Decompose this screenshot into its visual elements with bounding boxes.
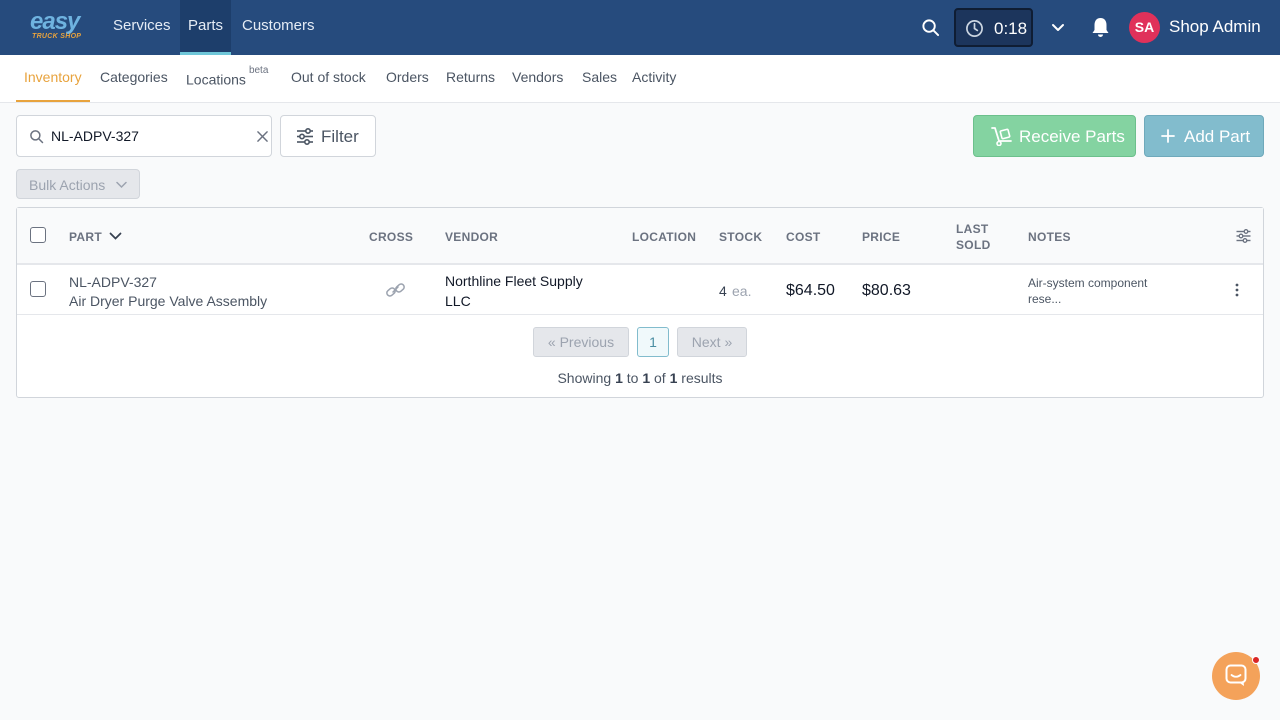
search-input[interactable]: NL-ADPV-327 xyxy=(16,115,272,157)
tab-categories-label: Categories xyxy=(100,69,168,85)
tab-out-of-stock[interactable]: Out of stock xyxy=(291,55,366,102)
tab-activity-label: Activity xyxy=(632,69,677,85)
results-from: 1 xyxy=(615,370,623,386)
bell-icon[interactable] xyxy=(1090,16,1111,38)
select-all-checkbox[interactable] xyxy=(30,227,46,243)
tab-locations-label: Locations xyxy=(186,71,246,88)
notification-dot xyxy=(1252,656,1260,664)
receive-parts-button[interactable]: Receive Parts xyxy=(973,115,1136,157)
tab-returns[interactable]: Returns xyxy=(446,55,495,102)
col-cross: CROSS xyxy=(369,230,414,244)
plus-icon xyxy=(1161,129,1175,143)
stock-qty: 4 xyxy=(719,283,727,299)
col-last-sold-line2: SOLD xyxy=(956,238,991,252)
tab-sales[interactable]: Sales xyxy=(582,55,617,102)
nav-customers[interactable]: Customers xyxy=(234,0,323,55)
stock-unit: ea. xyxy=(732,283,752,299)
tab-categories[interactable]: Categories xyxy=(100,55,168,102)
timer-value: 0:18 xyxy=(994,19,1028,38)
nav-parts[interactable]: Parts xyxy=(180,0,232,55)
chevron-down-icon[interactable] xyxy=(1051,22,1065,34)
showing-prefix: Showing xyxy=(557,370,612,386)
hand-truck-icon xyxy=(991,127,1012,146)
parts-subnav: Inventory Categories Locationsbeta Out o… xyxy=(0,55,1280,103)
search-icon xyxy=(30,130,44,144)
filter-label: Filter xyxy=(321,127,359,146)
tab-sales-label: Sales xyxy=(582,69,618,85)
column-settings-icon[interactable] xyxy=(1236,229,1251,243)
link-icon[interactable] xyxy=(385,282,406,298)
tab-orders-label: Orders xyxy=(386,69,429,85)
results-summary: Showing 1 to 1 of 1 results xyxy=(17,370,1263,386)
col-location: LOCATION xyxy=(632,230,697,244)
col-cost: COST xyxy=(786,230,821,244)
clear-search-icon[interactable] xyxy=(257,131,268,142)
beta-badge: beta xyxy=(248,65,269,76)
add-part-label: Add Part xyxy=(1184,127,1251,146)
previous-page-button[interactable]: « Previous xyxy=(533,327,629,357)
search-value: NL-ADPV-327 xyxy=(51,128,139,144)
bulk-actions-button[interactable]: Bulk Actions xyxy=(16,169,140,199)
results-word: results xyxy=(681,370,723,386)
vendor-name-line1: Northline Fleet Supply xyxy=(445,273,583,289)
next-page-button[interactable]: Next » xyxy=(677,327,747,357)
logo-subtext: TRUCK SHOP xyxy=(32,33,82,40)
tab-inventory[interactable]: Inventory xyxy=(16,55,90,102)
of-word: of xyxy=(654,370,666,386)
chat-launcher-button[interactable] xyxy=(1212,652,1260,700)
part-name[interactable]: Air Dryer Purge Valve Assembly xyxy=(69,293,267,309)
tab-inventory-label: Inventory xyxy=(24,69,82,85)
table-row[interactable]: NL-ADPV-327 Air Dryer Purge Valve Assemb… xyxy=(17,267,1263,315)
avatar[interactable]: SA xyxy=(1129,12,1160,43)
price-value: $80.63 xyxy=(862,282,911,299)
receive-parts-label: Receive Parts xyxy=(1019,127,1125,146)
tab-out-of-stock-label: Out of stock xyxy=(291,69,366,85)
chat-icon xyxy=(1225,664,1247,686)
tab-vendors[interactable]: Vendors xyxy=(512,55,563,102)
bulk-actions-label: Bulk Actions xyxy=(29,177,106,193)
tab-returns-label: Returns xyxy=(446,69,496,85)
chevron-down-icon xyxy=(116,181,127,189)
notes-line2: rese... xyxy=(1028,292,1062,306)
search-icon[interactable] xyxy=(921,18,940,37)
nav-parts-label: Parts xyxy=(188,17,224,34)
results-total: 1 xyxy=(669,370,678,386)
parts-table: PART CROSS VENDOR LOCATION STOCK COST PR… xyxy=(16,207,1264,398)
more-vertical-icon[interactable] xyxy=(1235,283,1239,297)
col-stock: STOCK xyxy=(719,230,763,244)
col-price: PRICE xyxy=(862,230,901,244)
sort-chevron-icon[interactable] xyxy=(109,232,122,241)
time-clock-button[interactable]: 0:18 xyxy=(954,8,1033,47)
col-notes: NOTES xyxy=(1028,230,1071,244)
col-vendor: VENDOR xyxy=(445,230,499,244)
add-part-button[interactable]: Add Part xyxy=(1144,115,1264,157)
notes-line1: Air-system component xyxy=(1028,276,1148,290)
vendor-name-line2: LLC xyxy=(445,293,471,309)
col-part[interactable]: PART xyxy=(69,230,102,244)
col-last-sold-line1: LAST xyxy=(956,222,989,236)
tab-activity[interactable]: Activity xyxy=(632,55,676,102)
row-checkbox[interactable] xyxy=(30,281,46,297)
cost-value: $64.50 xyxy=(786,282,835,299)
logo[interactable]: easy TRUCK SHOP xyxy=(30,10,84,44)
logo-text: easy xyxy=(30,8,80,35)
nav-services[interactable]: Services xyxy=(105,0,179,55)
tab-locations[interactable]: Locationsbeta xyxy=(186,55,268,102)
tab-vendors-label: Vendors xyxy=(512,69,564,85)
user-name[interactable]: Shop Admin xyxy=(1169,17,1261,37)
to-word: to xyxy=(626,370,639,386)
tab-orders[interactable]: Orders xyxy=(386,55,429,102)
table-header: PART CROSS VENDOR LOCATION STOCK COST PR… xyxy=(17,208,1263,265)
filter-button[interactable]: Filter xyxy=(280,115,376,157)
results-to: 1 xyxy=(642,370,651,386)
top-navbar: easy TRUCK SHOP Services Parts Customers… xyxy=(0,0,1280,55)
page-1-button[interactable]: 1 xyxy=(637,327,669,357)
nav-services-label: Services xyxy=(113,17,171,34)
clock-icon xyxy=(966,20,983,37)
part-number[interactable]: NL-ADPV-327 xyxy=(69,274,157,290)
sliders-icon xyxy=(297,128,313,145)
nav-customers-label: Customers xyxy=(242,17,315,34)
